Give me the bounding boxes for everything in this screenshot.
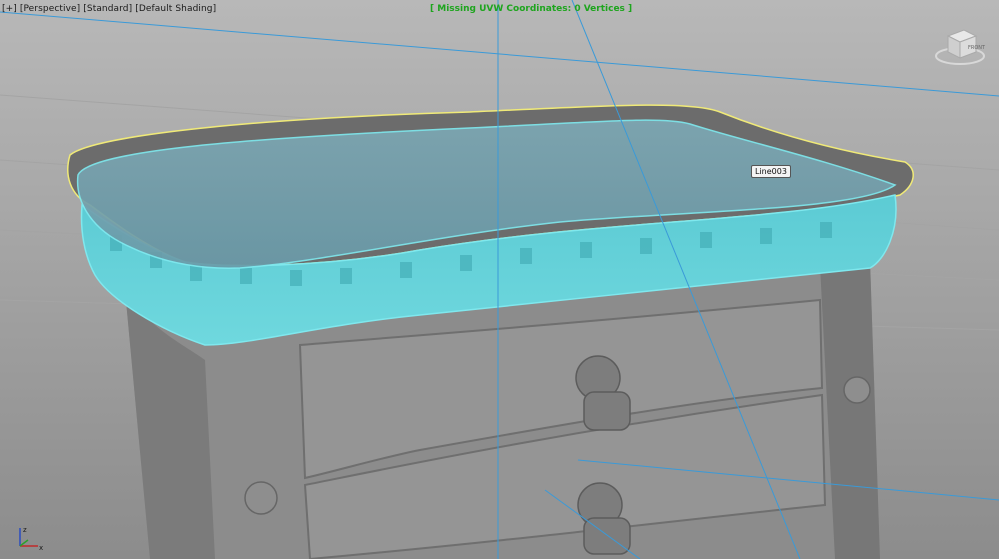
side-knob-right (843, 376, 871, 404)
object-name-label: Line003 (751, 165, 791, 178)
axis-label-x: x (39, 544, 43, 552)
viewport-mode-menu[interactable]: [Standard] (83, 4, 132, 14)
viewcube-face-label: FRONT (968, 45, 986, 51)
viewport-plus-menu[interactable]: [+] (2, 4, 17, 14)
perspective-viewport[interactable]: [+] [Perspective] [Standard] [Default Sh… (0, 0, 999, 559)
status-message: [ Missing UVW Coordinates: 0 Vertices ] (430, 4, 633, 14)
axis-label-z: z (23, 526, 27, 534)
viewport-view-menu[interactable]: [Perspective] (20, 4, 80, 14)
viewcube[interactable]: FRONT (932, 24, 988, 66)
side-knob-left (244, 481, 278, 515)
scene-canvas[interactable] (0, 0, 999, 559)
viewport-shading-menu[interactable]: [Default Shading] (135, 4, 216, 14)
viewport-menu: [+] [Perspective] [Standard] [Default Sh… (2, 4, 216, 14)
axis-tripod: z x (19, 526, 43, 552)
